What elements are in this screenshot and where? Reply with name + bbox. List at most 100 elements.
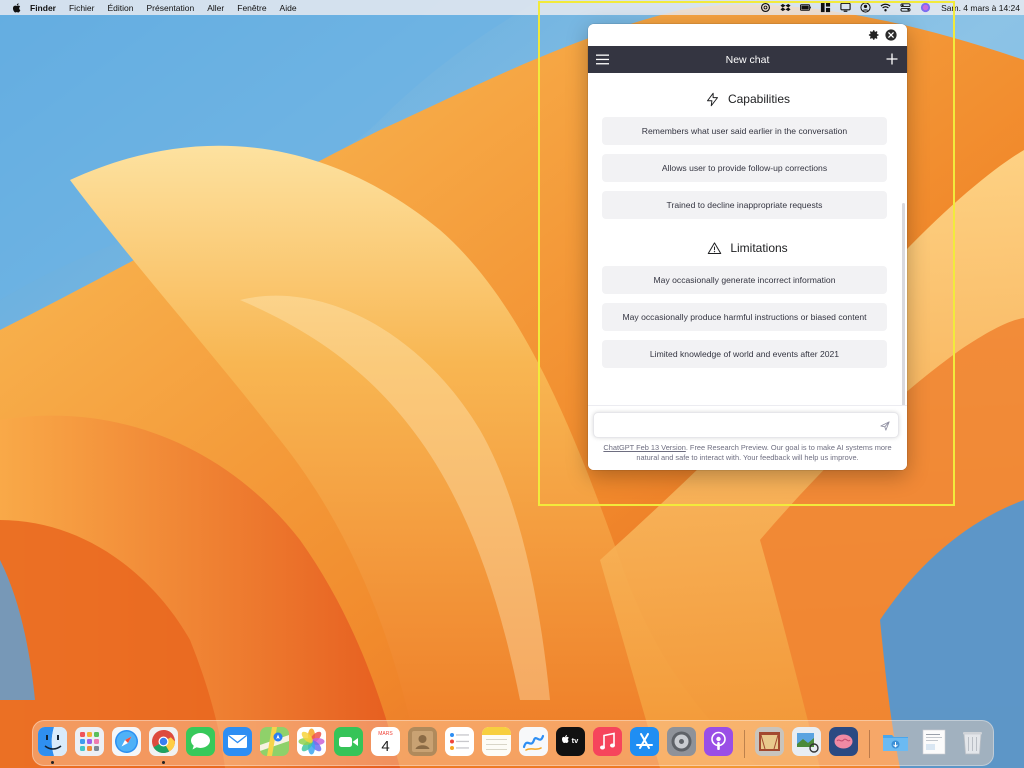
send-icon[interactable]: [880, 421, 890, 431]
dock-freeform[interactable]: [519, 727, 548, 756]
notes-icon: [482, 727, 511, 756]
trash-icon: [963, 732, 982, 755]
dock-calendar[interactable]: MARS 4: [371, 727, 400, 756]
capability-card[interactable]: Allows user to provide follow-up correct…: [602, 154, 887, 182]
message-input-box[interactable]: [593, 412, 899, 438]
facetime-icon: [334, 727, 363, 756]
lightning-icon: [706, 92, 718, 106]
openai-icon[interactable]: [759, 2, 771, 14]
menu-aller[interactable]: Aller: [207, 3, 224, 13]
downloads-folder-icon: [883, 735, 908, 751]
dock-finder[interactable]: [38, 727, 67, 756]
menu-aide[interactable]: Aide: [280, 3, 297, 13]
dock-separator: [869, 730, 870, 758]
menu-finder[interactable]: Finder: [30, 3, 56, 13]
new-chat-plus-icon[interactable]: [886, 53, 898, 65]
dock-preview[interactable]: [792, 727, 821, 756]
music-icon: [593, 727, 622, 756]
menu-bar: Finder Fichier Édition Présentation Alle…: [0, 0, 1024, 15]
dock-photos[interactable]: [297, 727, 326, 756]
warning-triangle-icon: [708, 241, 722, 254]
contacts-icon: [408, 727, 437, 756]
dock-contacts[interactable]: [408, 727, 437, 756]
limitations-heading: Limitations: [588, 238, 907, 258]
dock-document-stack[interactable]: [920, 727, 949, 756]
capabilities-heading-label: Capabilities: [727, 92, 791, 106]
battery-icon[interactable]: [799, 2, 811, 14]
dock-system-settings[interactable]: [667, 727, 696, 756]
dock-tv[interactable]: tv: [556, 727, 585, 756]
messages-icon: [186, 727, 215, 756]
running-indicator: [162, 761, 165, 764]
app-store-icon: [630, 727, 659, 756]
calendar-month: MARS: [378, 731, 393, 737]
dock-music[interactable]: [593, 727, 622, 756]
dock-separator: [744, 730, 745, 758]
mail-icon: [223, 727, 252, 756]
document-stack-icon: [922, 729, 946, 755]
running-indicator: [51, 761, 54, 764]
dropbox-icon[interactable]: [779, 2, 791, 14]
dock-chrome[interactable]: [149, 727, 178, 756]
capabilities-heading: Capabilities: [588, 89, 907, 109]
gear-icon[interactable]: [868, 29, 880, 41]
capability-card[interactable]: Remembers what user said earlier in the …: [602, 117, 887, 145]
user-account-icon[interactable]: [859, 2, 871, 14]
control-center-icon[interactable]: [899, 2, 911, 14]
apple-tv-icon: tv: [556, 727, 585, 756]
chrome-icon: [149, 727, 178, 756]
menubar-clock[interactable]: Sam. 4 mars à 14:24: [941, 3, 1020, 13]
dock-reminders[interactable]: [445, 727, 474, 756]
dock-messages[interactable]: [186, 727, 215, 756]
maps-icon: [260, 727, 289, 756]
dock-facetime[interactable]: [334, 727, 363, 756]
dock-trash[interactable]: [958, 727, 987, 756]
dock: MARS 4 tv: [32, 720, 994, 766]
brain-icon: [829, 727, 858, 756]
version-link[interactable]: ChatGPT Feb 13 Version: [603, 443, 685, 452]
launchpad-icon: [75, 727, 104, 756]
close-icon[interactable]: [885, 29, 897, 41]
finder-icon: [38, 727, 67, 756]
dock-app-store[interactable]: [630, 727, 659, 756]
dock-photo-booth[interactable]: [755, 727, 784, 756]
dock-maps[interactable]: [260, 727, 289, 756]
chatgpt-window: New chat Capabilities Remembers what use…: [588, 24, 907, 470]
limitation-card[interactable]: May occasionally generate incorrect info…: [602, 266, 887, 294]
input-zone: ChatGPT Feb 13 Version. Free Research Pr…: [588, 405, 907, 470]
footer-note: ChatGPT Feb 13 Version. Free Research Pr…: [596, 443, 899, 463]
dock-mail[interactable]: [223, 727, 252, 756]
wifi-icon[interactable]: [879, 2, 891, 14]
grid-icon[interactable]: [819, 2, 831, 14]
dock-safari[interactable]: [112, 727, 141, 756]
safari-icon: [112, 727, 141, 756]
settings-gear-icon: [667, 727, 696, 756]
svg-text:tv: tv: [572, 736, 579, 745]
limitation-card[interactable]: Limited knowledge of world and events af…: [602, 340, 887, 368]
dock-notes[interactable]: [482, 727, 511, 756]
dock-downloads[interactable]: [881, 727, 910, 756]
capability-card[interactable]: Trained to decline inappropriate request…: [602, 191, 887, 219]
window-toolbar: [588, 24, 907, 46]
scrollbar[interactable]: [902, 203, 905, 423]
freeform-icon: [519, 727, 548, 756]
apple-menu-icon[interactable]: [12, 2, 21, 13]
dock-chatgpt[interactable]: [829, 727, 858, 756]
message-input[interactable]: [602, 414, 876, 438]
chat-header: New chat: [588, 46, 907, 73]
limitations-heading-label: Limitations: [730, 241, 788, 255]
limitation-card[interactable]: May occasionally produce harmful instruc…: [602, 303, 887, 331]
photo-booth-icon: [755, 727, 784, 756]
menu-presentation[interactable]: Présentation: [147, 3, 195, 13]
dock-podcasts[interactable]: [704, 727, 733, 756]
calendar-icon: MARS 4: [371, 727, 400, 756]
menu-fichier[interactable]: Fichier: [69, 3, 95, 13]
menu-fenetre[interactable]: Fenêtre: [237, 3, 266, 13]
menu-hamburger-icon[interactable]: [596, 54, 609, 65]
chat-title: New chat: [725, 53, 770, 66]
menu-edition[interactable]: Édition: [108, 3, 134, 13]
siri-icon[interactable]: [919, 2, 931, 14]
preview-icon: [792, 727, 821, 756]
dock-launchpad[interactable]: [75, 727, 104, 756]
display-icon[interactable]: [839, 2, 851, 14]
